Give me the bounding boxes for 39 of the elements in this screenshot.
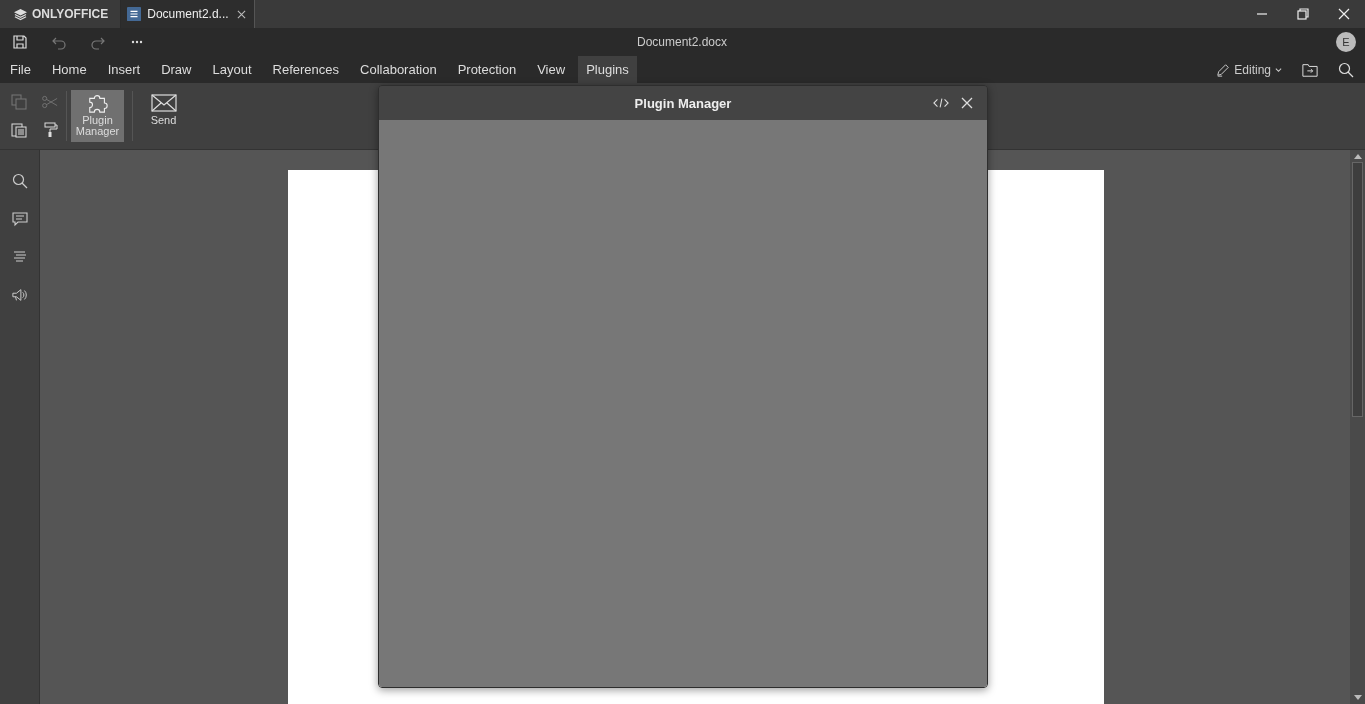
document-icon (127, 7, 142, 21)
close-icon[interactable] (237, 9, 247, 19)
menu-tab[interactable]: Protection (449, 56, 525, 83)
search-icon[interactable] (11, 173, 28, 189)
menu-tab[interactable]: Collaboration (352, 56, 445, 83)
paste-icon[interactable] (11, 122, 27, 138)
brand-name: ONLYOFFICE (32, 7, 109, 21)
dialog-title: Plugin Manager (634, 95, 732, 111)
code-icon[interactable] (933, 97, 949, 109)
caret-icon (1275, 66, 1282, 73)
document-title: Document2.docx (637, 35, 728, 49)
user-avatar[interactable]: E (1336, 32, 1356, 52)
envelope-icon (150, 92, 177, 114)
pencil-icon (1216, 62, 1231, 77)
search-icon[interactable] (1338, 61, 1354, 78)
close-icon[interactable] (959, 97, 975, 109)
editing-mode-button[interactable]: Editing (1210, 56, 1288, 83)
menu-tab[interactable]: Insert (99, 56, 149, 83)
menu-tab[interactable]: View (529, 56, 574, 83)
scroll-down-icon[interactable] (1353, 695, 1362, 701)
menu-tab[interactable]: Plugins (578, 56, 637, 83)
menu-tab[interactable]: Layout (204, 56, 260, 83)
menu-tab[interactable]: References (264, 56, 348, 83)
menu-tab[interactable]: Home (43, 56, 95, 83)
restore-icon[interactable] (1297, 8, 1309, 20)
ribbon-button[interactable]: Send (137, 90, 190, 142)
document-tab[interactable]: Document2.d... (121, 0, 256, 28)
menu-tab[interactable]: Draw (153, 56, 200, 83)
ribbon-button[interactable]: Plugin Manager (71, 90, 124, 142)
folder-icon[interactable] (1302, 61, 1318, 78)
scroll-up-icon[interactable] (1353, 153, 1362, 159)
headings-icon[interactable] (11, 249, 28, 265)
tab-label: Document2.d... (147, 7, 229, 21)
save-icon[interactable] (12, 34, 28, 50)
layers-icon (13, 7, 28, 21)
comment-icon[interactable] (11, 211, 28, 227)
megaphone-icon[interactable] (11, 287, 28, 303)
menu-tab[interactable]: File (2, 56, 39, 83)
paint-roller-icon[interactable] (42, 122, 58, 138)
